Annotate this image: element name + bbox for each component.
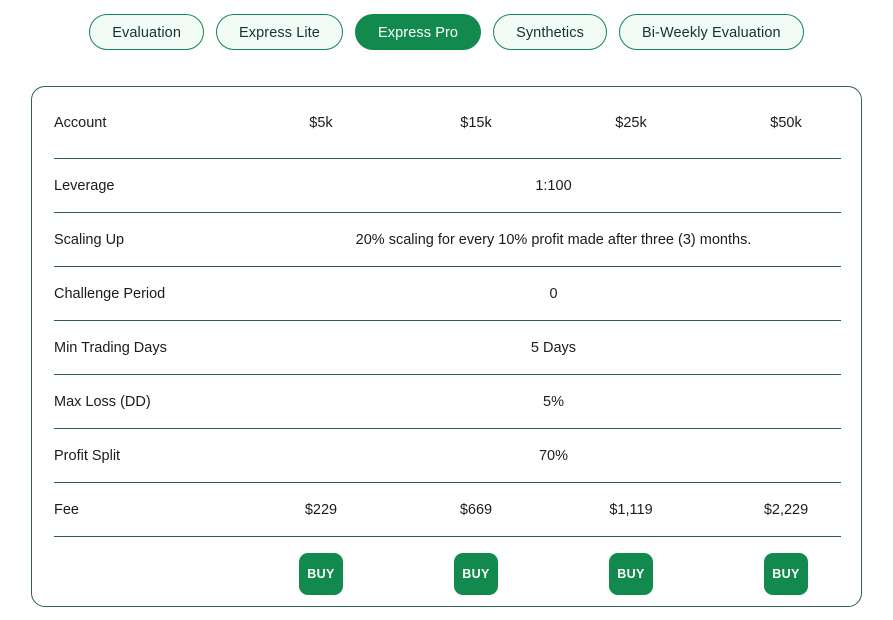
cell-challenge-period-value: 0 xyxy=(549,285,558,302)
tab-express-lite[interactable]: Express Lite xyxy=(215,14,343,50)
cell-account-25k: $25k xyxy=(615,114,647,131)
row-label-scaling-up: Scaling Up xyxy=(54,231,125,248)
table-row-buy-actions: BUY BUY BUY BUY xyxy=(54,537,841,611)
cell-account-5k: $5k xyxy=(309,114,333,131)
cell-max-loss-value: 5% xyxy=(543,393,564,410)
cell-fee-25k: $1,119 xyxy=(609,501,653,518)
row-label-max-loss: Max Loss (DD) xyxy=(54,393,151,410)
row-label-challenge-period: Challenge Period xyxy=(54,285,166,302)
row-cells-scaling-up: 20% scaling for every 10% profit made af… xyxy=(244,213,863,266)
cell-fee-50k: $2,229 xyxy=(763,501,809,518)
row-label-fee: Fee xyxy=(54,501,79,518)
cell-profit-split-value: 70% xyxy=(538,447,569,464)
row-cells-min-trading-days: 5 Days xyxy=(244,321,863,374)
pricing-table: Account $5k $15k $25k $50k Leverage 1:10… xyxy=(54,87,841,611)
table-row-min-trading-days: Min Trading Days 5 Days xyxy=(54,321,841,375)
row-label-account: Account xyxy=(54,114,107,131)
table-row-challenge-period: Challenge Period 0 xyxy=(54,267,841,321)
row-cells-challenge-period: 0 xyxy=(244,267,863,320)
row-cells-fee: $229 $669 $1,119 $2,229 xyxy=(244,483,841,536)
tab-bi-weekly-evaluation[interactable]: Bi-Weekly Evaluation xyxy=(618,14,804,50)
tab-evaluation[interactable]: Evaluation xyxy=(89,14,204,50)
buy-button-25k[interactable]: BUY xyxy=(609,553,653,595)
cell-scaling-up-value: 20% scaling for every 10% profit made af… xyxy=(355,231,752,248)
table-row-profit-split: Profit Split 70% xyxy=(54,429,841,483)
tab-express-pro[interactable]: Express Pro xyxy=(354,14,482,50)
cell-min-trading-days-value: 5 Days xyxy=(530,339,577,356)
cell-account-50k: $50k xyxy=(770,114,802,131)
table-row-leverage: Leverage 1:100 xyxy=(54,159,841,213)
buy-button-15k[interactable]: BUY xyxy=(454,553,498,595)
buy-button-5k[interactable]: BUY xyxy=(299,553,343,595)
table-row-scaling-up: Scaling Up 20% scaling for every 10% pro… xyxy=(54,213,841,267)
table-row-max-loss: Max Loss (DD) 5% xyxy=(54,375,841,429)
row-label-min-trading-days: Min Trading Days xyxy=(54,339,167,356)
row-cells-profit-split: 70% xyxy=(244,429,863,482)
cell-leverage-value: 1:100 xyxy=(535,177,572,194)
row-cells-leverage: 1:100 xyxy=(244,159,863,212)
row-cells-buy: BUY BUY BUY BUY xyxy=(244,537,841,611)
row-label-profit-split: Profit Split xyxy=(54,447,121,464)
plan-tab-bar: Evaluation Express Lite Express Pro Synt… xyxy=(0,0,893,50)
cell-fee-5k: $229 xyxy=(304,501,338,518)
row-label-leverage: Leverage xyxy=(54,177,115,194)
cell-account-15k: $15k xyxy=(460,114,492,131)
tab-synthetics[interactable]: Synthetics xyxy=(493,14,607,50)
table-row-account: Account $5k $15k $25k $50k xyxy=(54,87,841,159)
pricing-card: Account $5k $15k $25k $50k Leverage 1:10… xyxy=(31,86,862,607)
row-cells-max-loss: 5% xyxy=(244,375,863,428)
table-row-fee: Fee $229 $669 $1,119 $2,229 xyxy=(54,483,841,537)
buy-button-50k[interactable]: BUY xyxy=(764,553,808,595)
row-cells-account: $5k $15k $25k $50k xyxy=(244,87,841,158)
cell-fee-15k: $669 xyxy=(459,501,493,518)
